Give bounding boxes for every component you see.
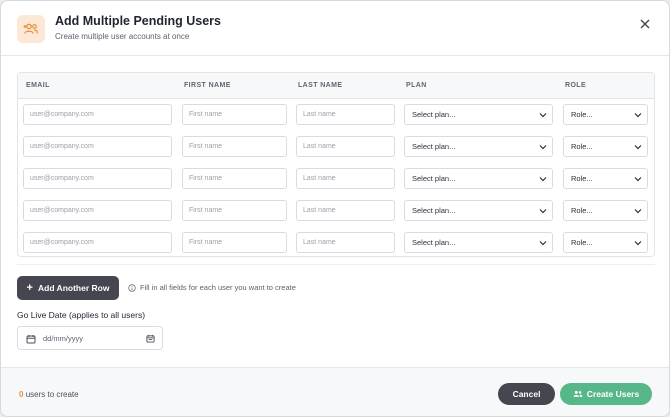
first-name-field[interactable]: First name <box>182 136 287 157</box>
table-row: user@company.com First name Last name Se… <box>18 99 654 131</box>
role-select[interactable]: Role... <box>563 168 648 189</box>
plan-select[interactable]: Select plan... <box>404 232 553 253</box>
role-select-value: Role... <box>571 174 593 183</box>
go-live-label: Go Live Date (applies to all users) <box>17 310 146 320</box>
section-divider <box>17 264 655 265</box>
users-table: EMAIL FIRST NAME LAST NAME PLAN ROLE use… <box>17 72 655 257</box>
users-count-number: 0 <box>19 390 24 399</box>
modal-subtitle: Create multiple user accounts at once <box>55 32 190 41</box>
chevron-down-icon <box>634 241 642 246</box>
add-row-button[interactable]: + Add Another Row <box>17 276 119 300</box>
table-row: user@company.com First name Last name Se… <box>18 227 654 256</box>
cancel-button[interactable]: Cancel <box>498 383 555 405</box>
email-field[interactable]: user@company.com <box>23 168 172 189</box>
chevron-down-icon <box>539 177 547 182</box>
first-name-field[interactable]: First name <box>182 200 287 221</box>
plan-select[interactable]: Select plan... <box>404 104 553 125</box>
plus-icon: + <box>26 282 33 294</box>
column-header-role: ROLE <box>565 82 587 89</box>
email-field[interactable]: user@company.com <box>23 136 172 157</box>
role-select-value: Role... <box>571 142 593 151</box>
role-select[interactable]: Role... <box>563 200 648 221</box>
calendar-picker-icon[interactable] <box>146 334 155 343</box>
plan-select[interactable]: Select plan... <box>404 136 553 157</box>
chevron-down-icon <box>634 145 642 150</box>
plan-select[interactable]: Select plan... <box>404 200 553 221</box>
last-name-field[interactable]: Last name <box>296 232 395 253</box>
email-field[interactable]: user@company.com <box>23 232 172 253</box>
hint-label: Fill in all fields for each user you wan… <box>140 283 296 292</box>
add-users-modal: Add Multiple Pending Users Create multip… <box>0 0 670 417</box>
first-name-field[interactable]: First name <box>182 104 287 125</box>
users-icon <box>573 390 583 397</box>
add-row-label: Add Another Row <box>37 283 110 293</box>
create-users-button[interactable]: Create Users <box>560 383 652 405</box>
role-select-value: Role... <box>571 238 593 247</box>
column-header-first-name: FIRST NAME <box>184 82 231 89</box>
column-header-last-name: LAST NAME <box>298 82 343 89</box>
users-count: 0 users to create <box>19 390 79 399</box>
close-icon[interactable] <box>637 16 653 32</box>
role-select[interactable]: Role... <box>563 232 648 253</box>
calendar-icon <box>26 335 36 344</box>
plan-select-value: Select plan... <box>412 174 456 183</box>
create-users-label: Create Users <box>586 389 640 399</box>
last-name-field[interactable]: Last name <box>296 200 395 221</box>
role-select-value: Role... <box>571 110 593 119</box>
chevron-down-icon <box>539 113 547 118</box>
info-icon <box>128 283 136 292</box>
hint-text: Fill in all fields for each user you wan… <box>128 283 296 292</box>
date-placeholder: dd/mm/yyyy <box>43 334 84 343</box>
email-field[interactable]: user@company.com <box>23 104 172 125</box>
users-count-suffix: users to create <box>25 390 79 399</box>
last-name-field[interactable]: Last name <box>296 136 395 157</box>
first-name-field[interactable]: First name <box>182 168 287 189</box>
first-name-field[interactable]: First name <box>182 232 287 253</box>
role-select[interactable]: Role... <box>563 136 648 157</box>
table-row: user@company.com First name Last name Se… <box>18 131 654 163</box>
chevron-down-icon <box>634 209 642 214</box>
plan-select-value: Select plan... <box>412 238 456 247</box>
plan-select-value: Select plan... <box>412 142 456 151</box>
column-header-plan: PLAN <box>406 82 427 89</box>
plan-select[interactable]: Select plan... <box>404 168 553 189</box>
chevron-down-icon <box>539 241 547 246</box>
table-header: EMAIL FIRST NAME LAST NAME PLAN ROLE <box>18 73 654 99</box>
modal-title: Add Multiple Pending Users <box>55 14 221 28</box>
plan-select-value: Select plan... <box>412 110 456 119</box>
role-select[interactable]: Role... <box>563 104 648 125</box>
chevron-down-icon <box>634 113 642 118</box>
last-name-field[interactable]: Last name <box>296 104 395 125</box>
chevron-down-icon <box>539 209 547 214</box>
column-header-email: EMAIL <box>26 82 50 89</box>
last-name-field[interactable]: Last name <box>296 168 395 189</box>
users-add-icon <box>17 15 45 43</box>
table-row: user@company.com First name Last name Se… <box>18 163 654 195</box>
table-row: user@company.com First name Last name Se… <box>18 195 654 227</box>
modal-footer: 0 users to create Cancel Create Users <box>1 367 669 416</box>
chevron-down-icon <box>539 145 547 150</box>
role-select-value: Role... <box>571 206 593 215</box>
modal-header: Add Multiple Pending Users Create multip… <box>1 1 669 56</box>
plan-select-value: Select plan... <box>412 206 456 215</box>
chevron-down-icon <box>634 177 642 182</box>
email-field[interactable]: user@company.com <box>23 200 172 221</box>
go-live-date-field[interactable]: dd/mm/yyyy <box>17 326 163 350</box>
